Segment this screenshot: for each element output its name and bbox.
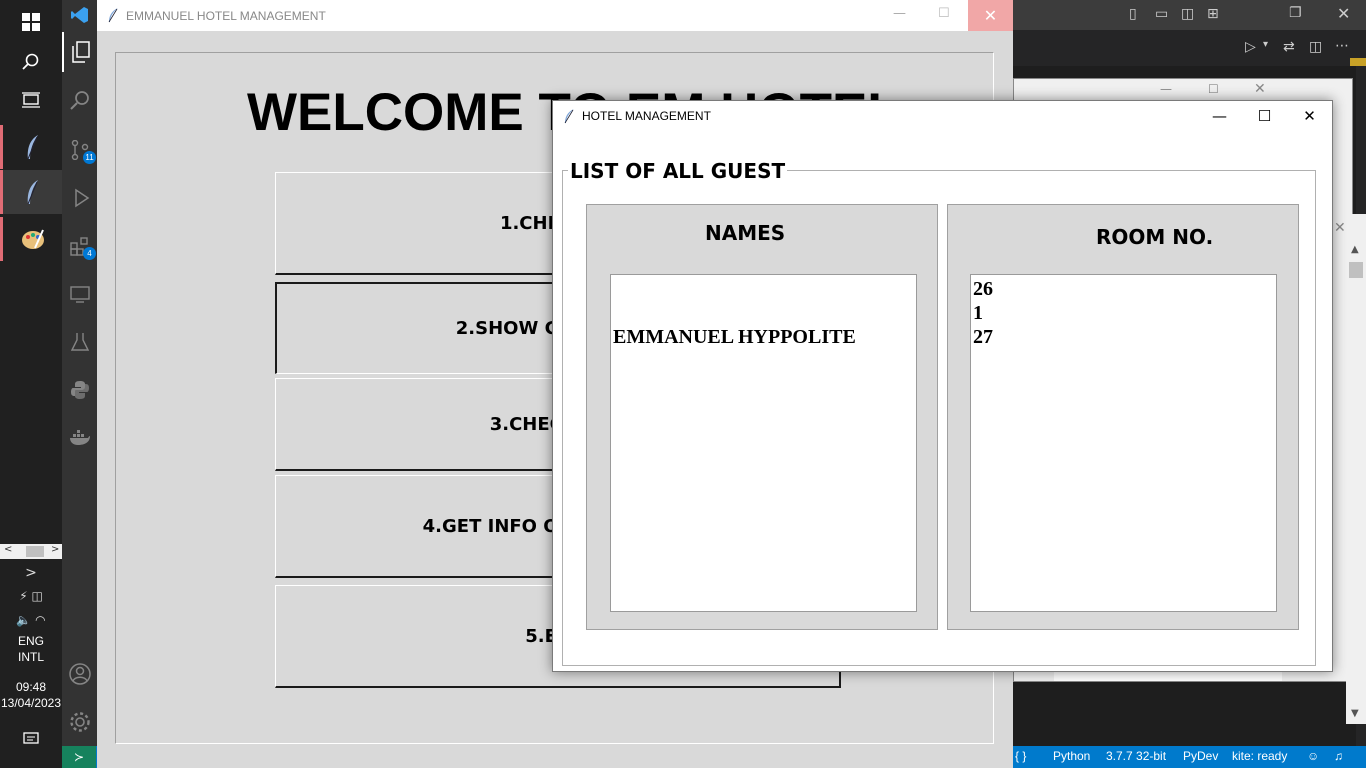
rooms-header: ROOM NO. <box>1096 225 1214 249</box>
keyboard-layout-indicator[interactable]: INTL <box>0 649 62 665</box>
status-language[interactable]: Python <box>1053 749 1090 763</box>
guest-list-window: HOTEL MANAGEMENT — ☐ ✕ LIST OF ALL GUEST… <box>552 100 1333 672</box>
chevron-down-icon[interactable]: ▾ <box>1263 39 1268 50</box>
close-icon[interactable]: ✕ <box>1334 220 1346 236</box>
notification-center-icon[interactable] <box>0 726 62 752</box>
main-window-title: EMMANUEL HOTEL MANAGEMENT <box>126 9 326 23</box>
scroll-thumb[interactable] <box>1349 262 1363 278</box>
names-panel: NAMES EMMANUEL HYPPOLITE <box>586 204 938 630</box>
source-control-icon[interactable]: 11 <box>62 130 98 170</box>
feedback-icon[interactable]: ☺ <box>1307 749 1319 763</box>
list-item[interactable]: EMMANUEL HYPPOLITE <box>613 325 914 349</box>
toggle-secondary-sidebar-icon[interactable]: ◫ <box>1181 6 1194 22</box>
feather-icon <box>563 108 575 128</box>
horizontal-scrollbar[interactable]: < > <box>0 544 62 559</box>
guest-window-titlebar[interactable]: HOTEL MANAGEMENT — ☐ ✕ <box>553 101 1332 131</box>
restore-window-icon[interactable]: ❐ <box>1289 5 1302 21</box>
background-window-scrollbar[interactable]: ▲ ▼ ✕ <box>1334 214 1366 724</box>
maximize-icon[interactable]: ☐ <box>938 6 950 21</box>
vscode-logo-icon <box>62 0 98 30</box>
extensions-badge: 4 <box>83 247 96 260</box>
status-pydev[interactable]: PyDev <box>1183 749 1218 763</box>
feather-icon <box>107 7 119 27</box>
python-braces-icon[interactable]: { } <box>1015 749 1026 763</box>
split-editor-icon[interactable]: ◫ <box>1309 39 1322 55</box>
close-icon[interactable]: ✕ <box>1337 4 1350 23</box>
remote-indicator-icon[interactable]: ≻ <box>62 746 96 768</box>
vscode-activity-bar: 11 4 <box>62 0 98 746</box>
clock-date[interactable]: 13/04/2023 <box>0 695 62 711</box>
maximize-icon[interactable]: ☐ <box>1242 101 1287 131</box>
language-indicator[interactable]: ENG <box>0 633 62 649</box>
vscode-titlebar: ▯ ▭ ◫ ⊞ ❐ ✕ <box>1013 0 1366 30</box>
explorer-icon[interactable] <box>62 32 98 72</box>
run-icon[interactable]: ▷ <box>1245 39 1256 55</box>
task-view-icon[interactable] <box>0 78 62 122</box>
extensions-icon[interactable]: 4 <box>62 226 98 266</box>
minimize-icon[interactable]: — <box>1160 82 1172 96</box>
maximize-icon[interactable]: ☐ <box>1208 82 1219 96</box>
toggle-sidebar-icon[interactable]: ▯ <box>1129 6 1137 22</box>
minimap-highlight <box>1350 58 1366 66</box>
list-item[interactable]: 1 <box>973 301 1274 325</box>
gear-icon[interactable] <box>62 702 98 742</box>
list-item[interactable]: 27 <box>973 325 1274 349</box>
vscode-editor-toolbar: ▷ ▾ ⇄ ◫ ⋯ <box>1013 30 1366 66</box>
toggle-panel-icon[interactable]: ▭ <box>1155 6 1168 22</box>
paint-palette-icon[interactable] <box>0 217 62 261</box>
scroll-thumb[interactable] <box>26 546 44 557</box>
python-feather-app-icon[interactable] <box>0 125 62 169</box>
main-window-titlebar[interactable]: EMMANUEL HOTEL MANAGEMENT — ☐ ✕ <box>97 0 1013 31</box>
clock-time[interactable]: 09:48 <box>0 679 62 695</box>
docker-icon[interactable] <box>62 418 98 458</box>
names-header: NAMES <box>705 221 786 245</box>
minimize-icon[interactable]: — <box>893 6 906 21</box>
guest-window-title: HOTEL MANAGEMENT <box>582 109 711 123</box>
scroll-down-icon[interactable]: ▼ <box>1351 708 1359 719</box>
minimize-icon[interactable]: — <box>1197 101 1242 131</box>
list-item[interactable] <box>613 277 914 301</box>
list-item[interactable] <box>613 301 914 325</box>
volume-wifi-icon[interactable]: 🔈 ◠ <box>0 610 62 630</box>
rooms-panel: ROOM NO. 26 1 27 <box>947 204 1299 630</box>
close-icon[interactable]: ✕ <box>968 0 1013 31</box>
names-listbox[interactable]: EMMANUEL HYPPOLITE <box>610 274 917 612</box>
chevron-left-icon[interactable]: < <box>4 544 12 555</box>
close-icon[interactable]: ✕ <box>1254 81 1266 97</box>
testing-flask-icon[interactable] <box>62 322 98 362</box>
search-icon[interactable] <box>62 80 98 120</box>
status-kite[interactable]: kite: ready <box>1232 749 1287 763</box>
rooms-listbox[interactable]: 26 1 27 <box>970 274 1277 612</box>
compare-changes-icon[interactable]: ⇄ <box>1283 39 1295 55</box>
python-icon[interactable] <box>62 370 98 410</box>
python-feather-app-icon[interactable] <box>0 170 62 214</box>
windows-taskbar: < > > ⚡ ◫ 🔈 ◠ ENG INTL 09:48 13/04/2023 <box>0 0 62 768</box>
chevron-right-icon[interactable]: > <box>51 544 59 555</box>
scroll-up-icon[interactable]: ▲ <box>1351 244 1359 255</box>
accounts-icon[interactable] <box>62 654 98 694</box>
show-hidden-icons-chevron-icon[interactable]: > <box>0 562 62 584</box>
windows-start-icon[interactable] <box>0 0 62 44</box>
remote-explorer-icon[interactable] <box>62 274 98 314</box>
customize-layout-icon[interactable]: ⊞ <box>1207 6 1219 22</box>
run-debug-icon[interactable] <box>62 178 98 218</box>
network-battery-icon[interactable]: ⚡ ◫ <box>0 586 62 606</box>
close-icon[interactable]: ✕ <box>1287 101 1332 131</box>
more-actions-icon[interactable]: ⋯ <box>1335 38 1349 54</box>
status-interpreter[interactable]: 3.7.7 32-bit <box>1106 749 1166 763</box>
bell-icon[interactable]: ♫ <box>1334 749 1343 763</box>
guest-list-label: LIST OF ALL GUEST <box>568 159 788 183</box>
source-control-badge: 11 <box>83 151 96 164</box>
list-item[interactable]: 26 <box>973 277 1274 301</box>
